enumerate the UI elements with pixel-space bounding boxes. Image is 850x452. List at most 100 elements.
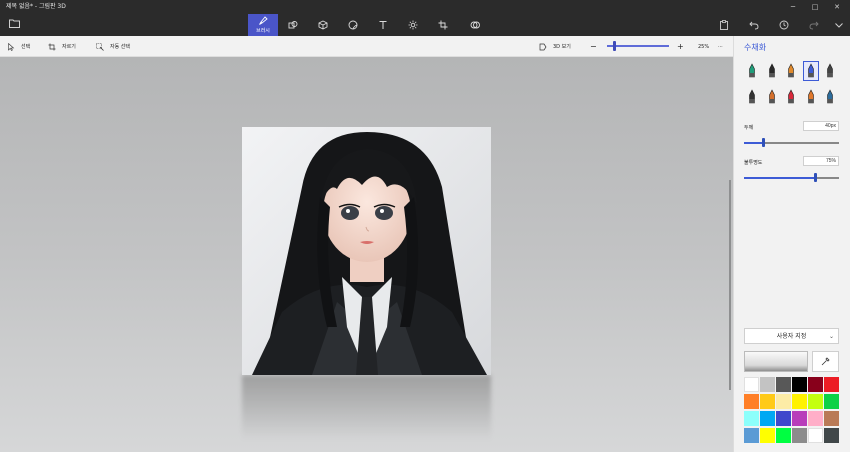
panel-title: 수채화: [744, 43, 767, 52]
zoom-out-button[interactable]: −: [590, 36, 597, 57]
brush-watercolor[interactable]: [802, 61, 819, 81]
color-swatch[interactable]: [760, 394, 775, 409]
paste-icon[interactable]: [718, 19, 730, 31]
color-swatch[interactable]: [744, 394, 759, 409]
vertical-scrollbar[interactable]: [729, 180, 731, 390]
color-swatch[interactable]: [824, 428, 839, 443]
brush-oil-brush-icon: [788, 63, 794, 78]
thickness-input[interactable]: [803, 121, 839, 131]
folder-icon[interactable]: [9, 19, 20, 28]
brush-fill-icon: [827, 89, 833, 104]
zoom-in-button[interactable]: +: [677, 36, 684, 57]
window-title: 제목 없음* - 그림판 3D: [6, 3, 66, 10]
undo-icon[interactable]: [748, 19, 760, 31]
brush-icon: [259, 16, 268, 25]
zoom-level[interactable]: 25%: [698, 36, 709, 57]
tab-2d-shapes[interactable]: [278, 14, 308, 36]
thickness-slider-thumb[interactable]: [761, 138, 765, 147]
brush-crayon[interactable]: [784, 88, 798, 106]
tab-brushes[interactable]: 브러시: [248, 14, 278, 36]
brush-marker[interactable]: [745, 62, 759, 80]
color-mode-value: 사용자 지정: [776, 333, 807, 340]
color-swatch[interactable]: [792, 394, 807, 409]
opacity-slider-thumb[interactable]: [813, 173, 817, 182]
color-mode-dropdown[interactable]: 사용자 지정 ⌄: [744, 328, 839, 344]
history-icon[interactable]: [778, 19, 790, 31]
color-swatch[interactable]: [744, 377, 759, 392]
brush-spray-can-icon: [807, 89, 814, 104]
zoom-slider-thumb[interactable]: [612, 41, 616, 51]
tab-3d-shapes[interactable]: [308, 14, 338, 36]
crop-button[interactable]: 자르기: [48, 36, 76, 57]
tab-text[interactable]: [368, 14, 398, 36]
expand-chevron-icon[interactable]: [833, 19, 845, 31]
brush-pixel-pen-icon: [827, 63, 833, 78]
view-3d-icon: [539, 43, 547, 50]
brush-eraser-icon: [768, 89, 775, 104]
ribbon: 브러시: [0, 14, 850, 36]
brush-eraser[interactable]: [765, 88, 779, 106]
color-swatch[interactable]: [776, 428, 791, 443]
tab-canvas[interactable]: [428, 14, 458, 36]
maximize-button[interactable]: □: [808, 0, 822, 14]
select-label: 선택: [21, 44, 31, 50]
brush-calligraphy-pen[interactable]: [765, 62, 779, 80]
color-swatch[interactable]: [760, 377, 775, 392]
brush-oil-brush[interactable]: [784, 62, 798, 80]
redo-icon[interactable]: [808, 19, 820, 31]
brush-pencil-icon: [749, 89, 755, 104]
color-swatch[interactable]: [824, 377, 839, 392]
view-3d-toggle[interactable]: 3D 보기: [539, 36, 571, 57]
select-button[interactable]: 선택: [7, 36, 30, 57]
brush-spray-can[interactable]: [804, 88, 818, 106]
color-swatch[interactable]: [824, 411, 839, 426]
selection-toolbar: 선택 자르기 자동 선택 3D 보기 − + 25% ···: [0, 36, 733, 57]
eyedropper-button[interactable]: [812, 351, 839, 372]
color-swatch[interactable]: [824, 394, 839, 409]
color-swatch[interactable]: [808, 394, 823, 409]
text-icon: [379, 21, 387, 29]
brush-marker-icon: [749, 63, 755, 78]
color-swatch[interactable]: [792, 411, 807, 426]
opacity-input[interactable]: [803, 156, 839, 166]
brush-watercolor-icon: [807, 63, 814, 78]
color-swatch[interactable]: [792, 377, 807, 392]
cube-icon: [318, 20, 328, 30]
color-swatch[interactable]: [808, 411, 823, 426]
zoom-slider-track[interactable]: [607, 45, 669, 47]
close-button[interactable]: ✕: [830, 0, 844, 14]
color-swatch[interactable]: [744, 428, 759, 443]
drawing-canvas[interactable]: [242, 127, 491, 375]
shapes-2d-icon: [288, 21, 298, 29]
color-swatch[interactable]: [776, 394, 791, 409]
current-color-preview[interactable]: [744, 351, 808, 372]
color-swatch[interactable]: [808, 428, 823, 443]
tab-effects[interactable]: [398, 14, 428, 36]
tab-3d-library[interactable]: [460, 14, 490, 36]
color-swatch[interactable]: [760, 411, 775, 426]
color-swatch[interactable]: [760, 428, 775, 443]
anime-girl-artwork: [242, 127, 491, 375]
canvas-crop-icon: [438, 20, 448, 30]
more-options-button[interactable]: ···: [718, 36, 723, 57]
brush-pencil[interactable]: [745, 88, 759, 106]
library-icon: [470, 21, 480, 29]
magic-select-label: 자동 선택: [110, 44, 130, 50]
brush-pixel-pen[interactable]: [823, 62, 837, 80]
canvas-reflection: [242, 375, 491, 440]
brush-crayon-icon: [788, 89, 794, 104]
color-swatch[interactable]: [744, 411, 759, 426]
thickness-label: 두께: [744, 125, 754, 131]
color-swatch[interactable]: [792, 428, 807, 443]
minimize-button[interactable]: ─: [786, 0, 800, 14]
brush-fill[interactable]: [823, 88, 837, 106]
color-swatch[interactable]: [808, 377, 823, 392]
effects-icon: [408, 20, 418, 30]
magic-select-button[interactable]: 자동 선택: [96, 36, 130, 57]
cursor-icon: [8, 42, 15, 51]
magic-select-icon: [96, 42, 104, 51]
tab-stickers[interactable]: [338, 14, 368, 36]
sticker-icon: [348, 20, 358, 30]
color-swatch[interactable]: [776, 411, 791, 426]
color-swatch[interactable]: [776, 377, 791, 392]
